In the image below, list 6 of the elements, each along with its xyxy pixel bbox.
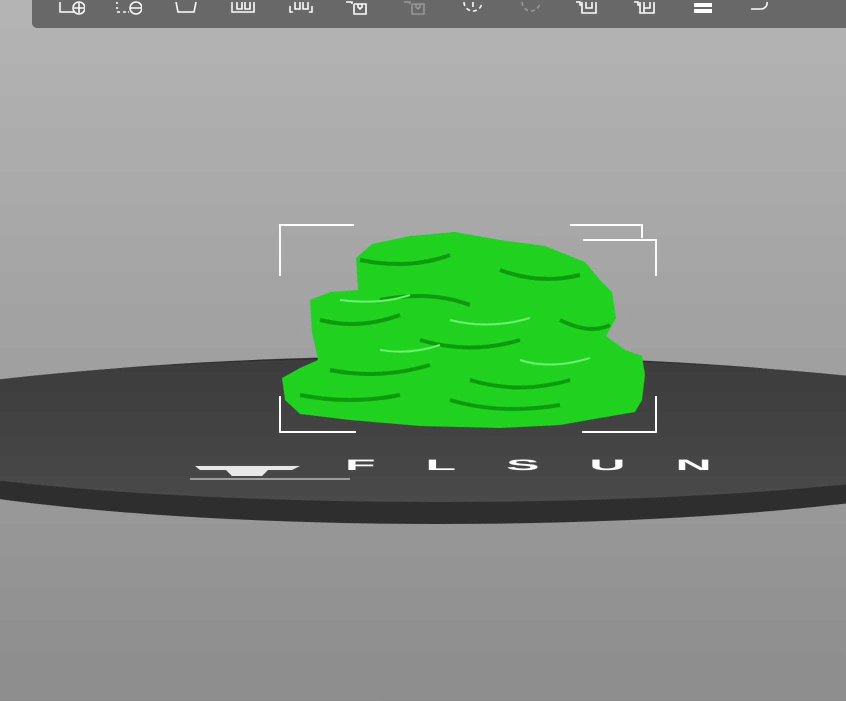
arrange-icon [229,0,258,16]
bed-logo: FLSUN [345,458,762,473]
logo-icon [190,466,350,480]
delete-icon [114,0,142,16]
add-icon [56,0,85,16]
arrange-selection-icon [286,0,315,16]
